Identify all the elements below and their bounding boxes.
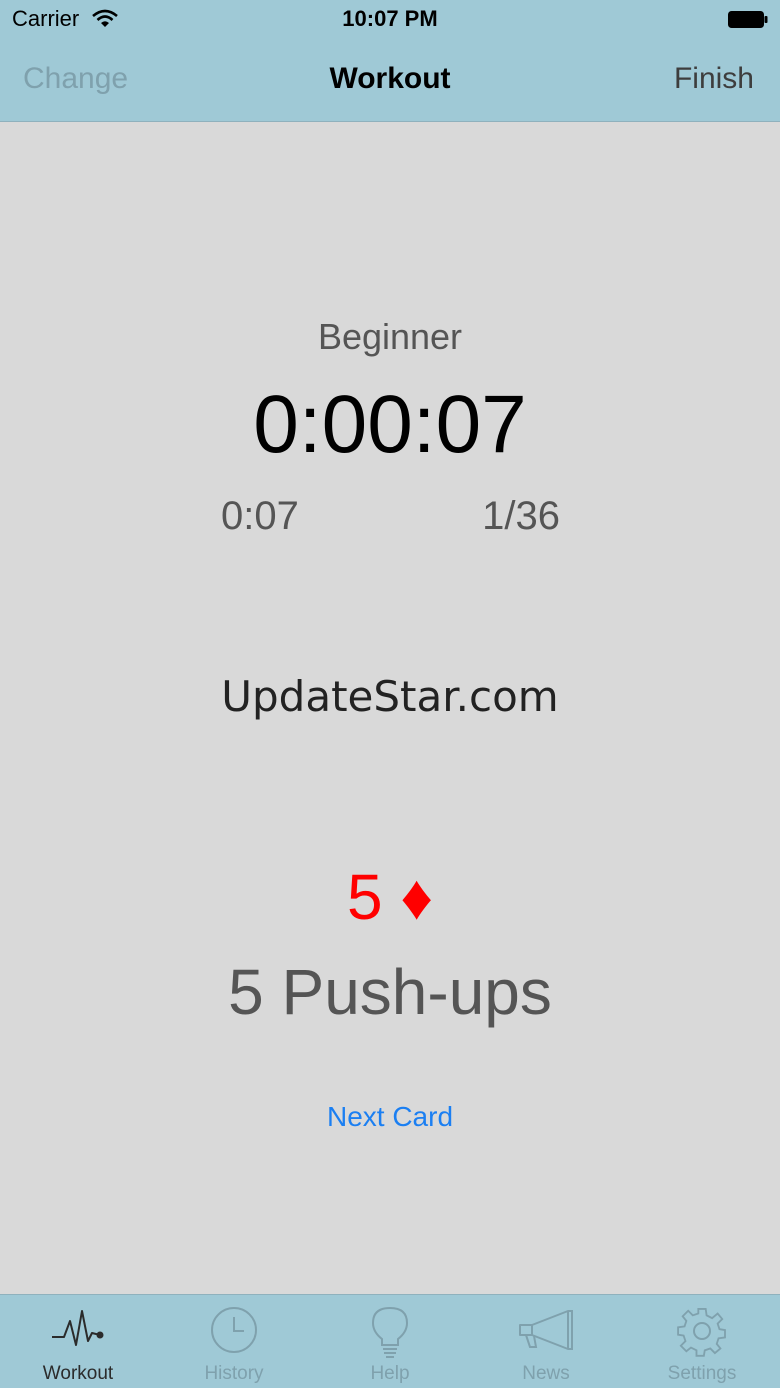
- tab-label-workout: Workout: [42, 1363, 114, 1384]
- tab-settings[interactable]: Settings: [624, 1295, 780, 1388]
- next-card-container: Next Card: [0, 1101, 780, 1133]
- gear-icon: [677, 1307, 726, 1357]
- next-card-button[interactable]: Next Card: [327, 1101, 453, 1132]
- navigation-bar: Change Workout Finish: [0, 40, 780, 122]
- tab-workout[interactable]: Workout: [0, 1295, 156, 1388]
- exercise-label: 5 Push-ups: [228, 956, 552, 1028]
- card-counter: 1/36: [482, 494, 560, 538]
- tab-label-news: News: [522, 1363, 570, 1384]
- finish-button[interactable]: Finish: [674, 62, 754, 96]
- total-timer: 0:00:07: [253, 379, 527, 470]
- tab-history[interactable]: History: [156, 1295, 312, 1388]
- megaphone-icon: [519, 1310, 573, 1350]
- battery-icon: [728, 11, 768, 28]
- heartbeat-icon: [52, 1310, 104, 1346]
- change-button[interactable]: Change: [23, 62, 128, 96]
- tab-label-history: History: [204, 1363, 264, 1384]
- current-card: 5 ♦: [346, 861, 434, 933]
- tab-label-help: Help: [370, 1363, 410, 1384]
- tab-label-settings: Settings: [667, 1363, 737, 1384]
- tab-news[interactable]: News: [468, 1295, 624, 1388]
- status-time: 10:07 PM: [342, 6, 438, 31]
- lightbulb-icon: [371, 1306, 409, 1358]
- clock-icon: [211, 1307, 257, 1353]
- ad-text: UpdateStar.com: [221, 672, 559, 721]
- status-bar: Carrier 10:07 PM: [0, 0, 780, 40]
- card-timer: 0:07: [221, 494, 299, 538]
- tab-help[interactable]: Help: [312, 1295, 468, 1388]
- workout-level: Beginner: [317, 316, 463, 357]
- tab-bar: Workout History Help News Settings: [0, 1294, 780, 1388]
